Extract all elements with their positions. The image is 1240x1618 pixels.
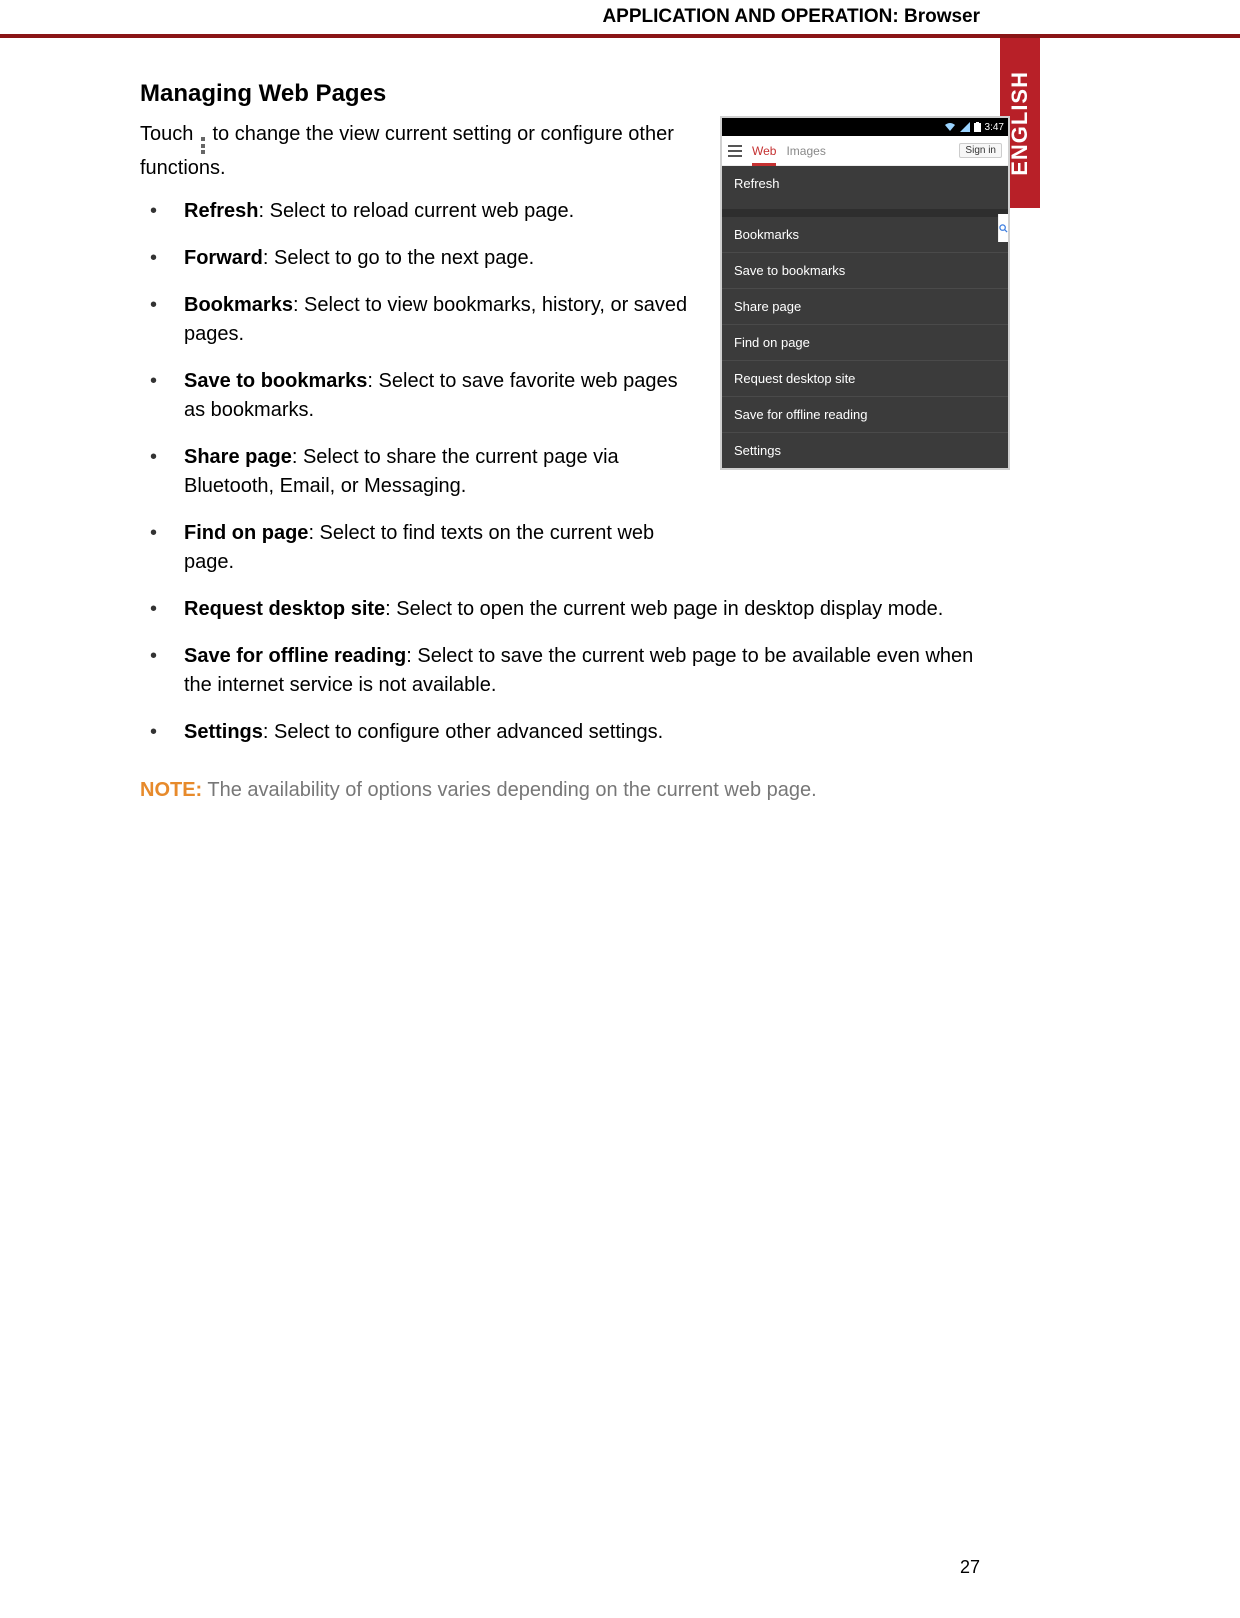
list-item: Save for offline reading: Select to save… — [140, 642, 1000, 700]
menu-item-find-on-page[interactable]: Find on page — [722, 325, 1008, 361]
browser-tab-bar: Web Images Sign in — [722, 136, 1008, 166]
section-heading: Managing Web Pages — [140, 80, 1020, 108]
note-text: The availability of options varies depen… — [202, 779, 816, 801]
desc: : Select to configure other advanced set… — [263, 721, 663, 743]
list-item: Forward: Select to go to the next page. — [140, 244, 700, 273]
term: Share page — [184, 446, 292, 468]
menu-divider — [722, 209, 1008, 217]
intro-before: Touch — [140, 123, 199, 145]
header-title: APPLICATION AND OPERATION: Browser — [602, 6, 980, 27]
desc: : Select to go to the next page. — [263, 247, 534, 269]
menu-item-request-desktop[interactable]: Request desktop site — [722, 361, 1008, 397]
tab-web[interactable]: Web — [752, 144, 776, 158]
term: Bookmarks — [184, 294, 293, 316]
screenshot-figure: 3:47 Web Images Sign in Refresh Bookmark… — [720, 116, 1010, 470]
sign-in-button[interactable]: Sign in — [959, 143, 1002, 158]
term: Request desktop site — [184, 598, 385, 620]
signal-icon — [960, 122, 970, 132]
menu-item-refresh[interactable]: Refresh — [722, 166, 1008, 209]
term: Forward — [184, 247, 263, 269]
overflow-menu: Refresh Bookmarks Save to bookmarks Shar… — [722, 166, 1008, 468]
menu-item-settings[interactable]: Settings — [722, 433, 1008, 468]
kebab-menu-icon — [201, 137, 205, 154]
page-number: 27 — [960, 1557, 980, 1578]
wifi-icon — [944, 122, 956, 132]
menu-item-bookmarks[interactable]: Bookmarks — [722, 217, 1008, 253]
term: Refresh — [184, 200, 258, 222]
term: Settings — [184, 721, 263, 743]
note: NOTE: The availability of options varies… — [140, 779, 1020, 802]
list-item: Request desktop site: Select to open the… — [140, 595, 1000, 624]
status-bar: 3:47 — [722, 118, 1008, 136]
term: Save for offline reading — [184, 645, 406, 667]
note-label: NOTE: — [140, 779, 202, 801]
term: Save to bookmarks — [184, 370, 367, 392]
hamburger-icon[interactable] — [728, 145, 742, 157]
intro-after: to change the view current setting or co… — [140, 123, 674, 179]
menu-item-share-page[interactable]: Share page — [722, 289, 1008, 325]
list-item: Settings: Select to configure other adva… — [140, 718, 1000, 747]
header-rule — [0, 34, 1240, 38]
desc: : Select to open the current web page in… — [385, 598, 943, 620]
list-item: Share page: Select to share the current … — [140, 443, 700, 501]
feature-list-bottom: Request desktop site: Select to open the… — [140, 595, 1020, 747]
page-header: APPLICATION AND OPERATION: Browser — [0, 6, 1240, 28]
menu-item-save-offline[interactable]: Save for offline reading — [722, 397, 1008, 433]
search-icon[interactable] — [998, 214, 1008, 242]
status-time: 3:47 — [985, 122, 1004, 133]
term: Find on page — [184, 522, 308, 544]
list-item: Bookmarks: Select to view bookmarks, his… — [140, 291, 700, 349]
desc: : Select to reload current web page. — [258, 200, 574, 222]
list-item: Find on page: Select to find texts on th… — [140, 519, 700, 577]
list-item: Refresh: Select to reload current web pa… — [140, 197, 700, 226]
tab-images[interactable]: Images — [786, 144, 825, 158]
menu-item-save-bookmarks[interactable]: Save to bookmarks — [722, 253, 1008, 289]
list-item: Save to bookmarks: Select to save favori… — [140, 367, 700, 425]
intro-paragraph: Touch to change the view current setting… — [140, 120, 690, 183]
battery-icon — [974, 122, 981, 132]
